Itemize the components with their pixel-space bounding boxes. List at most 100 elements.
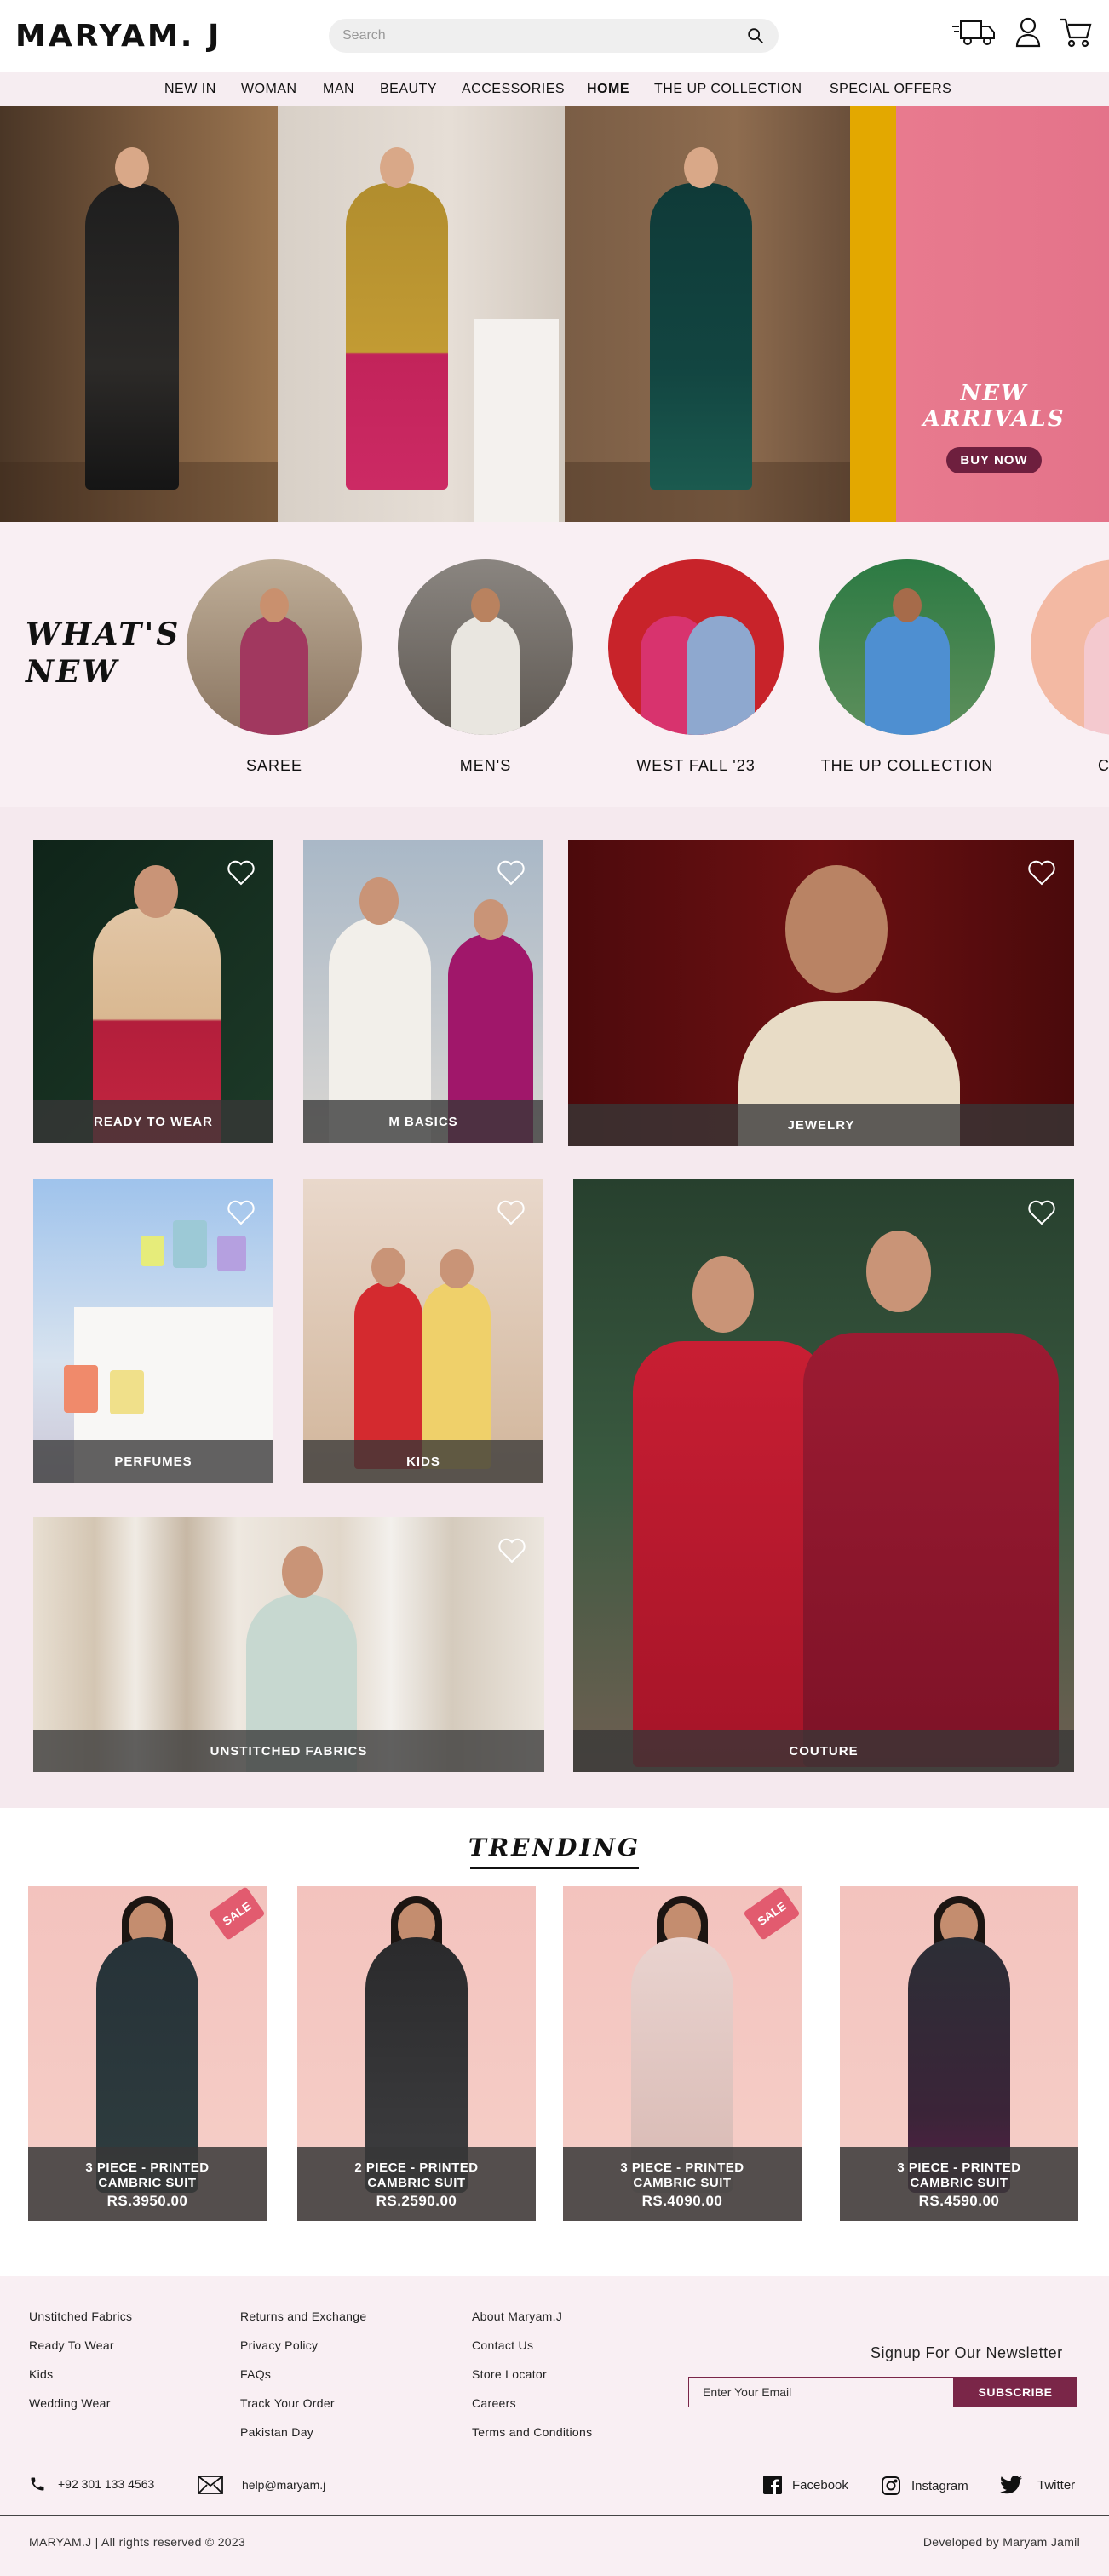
footer-link[interactable]: Pakistan Day: [240, 2424, 366, 2453]
heart-icon[interactable]: [498, 1538, 526, 1563]
footer-link[interactable]: Careers: [472, 2395, 592, 2424]
newsletter-email-input[interactable]: Enter Your Email: [688, 2377, 954, 2407]
search-icon[interactable]: [746, 26, 765, 45]
mens-figure: [451, 616, 520, 735]
footer-phone[interactable]: +92 301 133 4563: [29, 2476, 154, 2493]
chic-figure: [1084, 616, 1109, 735]
footer-link[interactable]: Store Locator: [472, 2367, 592, 2395]
hero-model: [346, 183, 448, 490]
trending-product-2[interactable]: 2 PIECE - PRINTED CAMBRIC SUIT RS.2590.0…: [297, 1886, 536, 2221]
kids-figure-head: [371, 1248, 405, 1287]
whats-new-item-up-collection[interactable]: THE UP COLLECTION: [819, 559, 995, 775]
mens-figure-head: [471, 588, 500, 622]
whats-new-item-mens[interactable]: MEN'S: [398, 559, 573, 775]
subscribe-button[interactable]: SUBSCRIBE: [954, 2377, 1077, 2407]
instagram-icon: [882, 2476, 900, 2495]
nav-special-offers[interactable]: SPECIAL OFFERS: [830, 82, 951, 97]
user-account-icon[interactable]: [1015, 17, 1041, 48]
west-fall-image: [608, 559, 784, 735]
up-collection-image: [819, 559, 995, 735]
footer-link[interactable]: Unstitched Fabrics: [29, 2309, 132, 2338]
category-ready-to-wear[interactable]: READY TO WEAR: [33, 840, 273, 1143]
category-unstitched-fabrics[interactable]: UNSTITCHED FABRICS: [33, 1517, 544, 1772]
nav-the-up-collection[interactable]: THE UP COLLECTION: [654, 82, 802, 97]
product-price: RS.2590.00: [376, 2193, 457, 2209]
trending-product-1[interactable]: SALE 3 PIECE - PRINTED CAMBRIC SUIT RS.3…: [28, 1886, 267, 2221]
nav-home[interactable]: HOME: [587, 82, 629, 97]
heart-icon[interactable]: [1028, 1200, 1055, 1225]
chic-image: [1031, 559, 1109, 735]
category-label: JEWELRY: [568, 1104, 1074, 1146]
hero-banner[interactable]: NEW ARRIVALS BUY NOW: [0, 106, 1109, 522]
search-input[interactable]: Search: [342, 28, 746, 43]
category-perfumes[interactable]: PERFUMES: [33, 1179, 273, 1483]
footer-link[interactable]: Returns and Exchange: [240, 2309, 366, 2338]
perfume-bottle: [217, 1236, 246, 1271]
footer-link[interactable]: Terms and Conditions: [472, 2424, 592, 2453]
trending-product-4[interactable]: 3 PIECE - PRINTED CAMBRIC SUIT RS.4590.0…: [840, 1886, 1078, 2221]
facebook-link[interactable]: Facebook: [763, 2476, 848, 2494]
facebook-label: Facebook: [792, 2477, 848, 2493]
shopping-cart-icon[interactable]: [1060, 17, 1092, 48]
twitter-icon: [1000, 2476, 1022, 2494]
perfume-bottle: [173, 1220, 207, 1268]
whats-new-label: WEST FALL '23: [636, 757, 756, 774]
site-footer: Unstitched Fabrics Ready To Wear Kids We…: [0, 2276, 1109, 2515]
footer-link[interactable]: Wedding Wear: [29, 2395, 132, 2424]
category-label: COUTURE: [573, 1730, 1074, 1772]
trending-product-3[interactable]: SALE 3 PIECE - PRINTED CAMBRIC SUIT RS.4…: [563, 1886, 802, 2221]
product-name-line2: CAMBRIC SUIT: [367, 2176, 466, 2190]
footer-link[interactable]: About Maryam.J: [472, 2309, 592, 2338]
site-logo[interactable]: MARYAM. J: [15, 19, 221, 54]
heart-icon[interactable]: [227, 860, 255, 886]
product-name-line1: 3 PIECE - PRINTED: [897, 2160, 1021, 2175]
nav-accessories[interactable]: ACCESSORIES: [462, 82, 565, 97]
product-info: 3 PIECE - PRINTED CAMBRIC SUIT RS.4590.0…: [840, 2147, 1078, 2221]
footer-link[interactable]: Kids: [29, 2367, 132, 2395]
twitter-label: Twitter: [1037, 2477, 1076, 2493]
footer-email[interactable]: help@maryam.j: [198, 2476, 325, 2494]
nav-woman[interactable]: WOMAN: [241, 82, 297, 97]
footer-link[interactable]: Privacy Policy: [240, 2338, 366, 2367]
nav-beauty[interactable]: BEAUTY: [380, 82, 437, 97]
m-basics-figure-head: [474, 899, 508, 940]
category-label: M BASICS: [303, 1100, 543, 1143]
product-name-line2: CAMBRIC SUIT: [910, 2176, 1008, 2190]
nav-man[interactable]: MAN: [323, 82, 354, 97]
saree-figure: [240, 616, 308, 735]
heart-icon[interactable]: [227, 1200, 255, 1225]
newsletter-title: Signup For Our Newsletter: [871, 2344, 1063, 2361]
footer-link[interactable]: Track Your Order: [240, 2395, 366, 2424]
category-jewelry[interactable]: JEWELRY: [568, 840, 1074, 1146]
delivery-truck-icon[interactable]: [951, 18, 997, 47]
footer-link[interactable]: Ready To Wear: [29, 2338, 132, 2367]
perfume-bottle: [110, 1370, 144, 1414]
whats-new-item-west-fall[interactable]: WEST FALL '23: [608, 559, 784, 775]
instagram-label: Instagram: [911, 2478, 968, 2493]
instagram-link[interactable]: Instagram: [881, 2476, 968, 2496]
nav-new-in[interactable]: NEW IN: [164, 82, 216, 97]
footer-link[interactable]: FAQs: [240, 2367, 366, 2395]
mail-icon: [198, 2476, 223, 2494]
product-name-line2: CAMBRIC SUIT: [633, 2176, 732, 2190]
category-couture[interactable]: COUTURE: [573, 1179, 1074, 1772]
product-price: RS.3950.00: [106, 2193, 188, 2209]
whats-new-item-saree[interactable]: SAREE: [187, 559, 362, 775]
search-bar[interactable]: Search: [329, 19, 779, 53]
phone-icon: [31, 2477, 44, 2491]
heart-icon[interactable]: [1028, 860, 1055, 886]
buy-now-button[interactable]: BUY NOW: [946, 447, 1042, 473]
hero-model-head: [115, 147, 149, 188]
copyright-text: MARYAM.J | All rights reserved © 2023: [29, 2535, 246, 2549]
heart-icon[interactable]: [497, 1200, 525, 1225]
heart-icon[interactable]: [497, 860, 525, 886]
facebook-icon: [763, 2476, 782, 2494]
hero-model-head: [380, 147, 414, 188]
category-m-basics[interactable]: M BASICS: [303, 840, 543, 1143]
category-kids[interactable]: KIDS: [303, 1179, 543, 1483]
twitter-link[interactable]: Twitter: [1000, 2476, 1075, 2494]
footer-link[interactable]: Contact Us: [472, 2338, 592, 2367]
whats-new-item-chic[interactable]: CHIC: [1031, 559, 1109, 775]
sale-badge: SALE: [208, 1886, 266, 1941]
header-actions: [951, 17, 1092, 48]
